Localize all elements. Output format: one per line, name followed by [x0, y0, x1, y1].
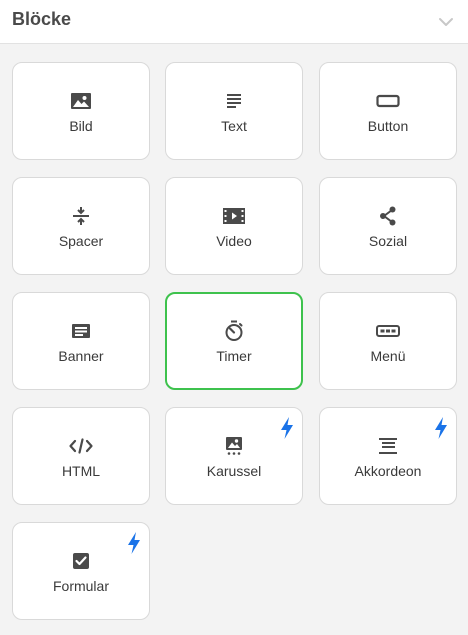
- block-tile-button[interactable]: Button: [319, 62, 457, 160]
- image-icon: [69, 89, 93, 113]
- text-icon: [222, 89, 246, 113]
- block-label: Formular: [52, 578, 109, 594]
- block-tile-video[interactable]: Video: [165, 177, 303, 275]
- lightning-bolt-icon: [435, 417, 447, 439]
- block-label: Bild: [69, 118, 93, 134]
- block-tile-menu[interactable]: Menü: [319, 292, 457, 390]
- banner-icon: [69, 319, 93, 343]
- block-label: Button: [367, 118, 409, 134]
- share-icon: [376, 204, 400, 228]
- chevron-down-icon[interactable]: [436, 12, 456, 32]
- block-label: Akkordeon: [354, 463, 422, 479]
- block-label: HTML: [61, 463, 101, 479]
- block-tile-sozial[interactable]: Sozial: [319, 177, 457, 275]
- block-tile-banner[interactable]: Banner: [12, 292, 150, 390]
- spacer-icon: [69, 204, 93, 228]
- block-tile-bild[interactable]: Bild: [12, 62, 150, 160]
- button-icon: [376, 89, 400, 113]
- panel-title: Blöcke: [12, 9, 72, 29]
- lightning-bolt-icon: [281, 417, 293, 439]
- block-tile-spacer[interactable]: Spacer: [12, 177, 150, 275]
- block-label: Timer: [216, 348, 252, 364]
- accordion-icon: [376, 434, 400, 458]
- block-label: Menü: [370, 348, 406, 364]
- blocks-panel-header[interactable]: Blöcke: [0, 0, 468, 44]
- timer-icon: [222, 319, 246, 343]
- lightning-bolt-icon: [128, 532, 140, 554]
- block-tile-karussel[interactable]: Karussel: [165, 407, 303, 505]
- block-tile-text[interactable]: Text: [165, 62, 303, 160]
- block-label: Spacer: [58, 233, 104, 249]
- form-checkbox-icon: [69, 549, 93, 573]
- block-tile-timer[interactable]: Timer: [165, 292, 303, 390]
- block-label: Video: [216, 233, 252, 249]
- block-tile-akkordeon[interactable]: Akkordeon: [319, 407, 457, 505]
- block-label: Sozial: [368, 233, 408, 249]
- code-icon: [69, 434, 93, 458]
- block-tile-html[interactable]: HTML: [12, 407, 150, 505]
- video-icon: [222, 204, 246, 228]
- block-tile-formular[interactable]: Formular: [12, 522, 150, 620]
- menu-icon: [376, 319, 400, 343]
- block-label: Text: [221, 118, 247, 134]
- carousel-icon: [222, 434, 246, 458]
- block-label: Banner: [58, 348, 104, 364]
- block-label: Karussel: [206, 463, 262, 479]
